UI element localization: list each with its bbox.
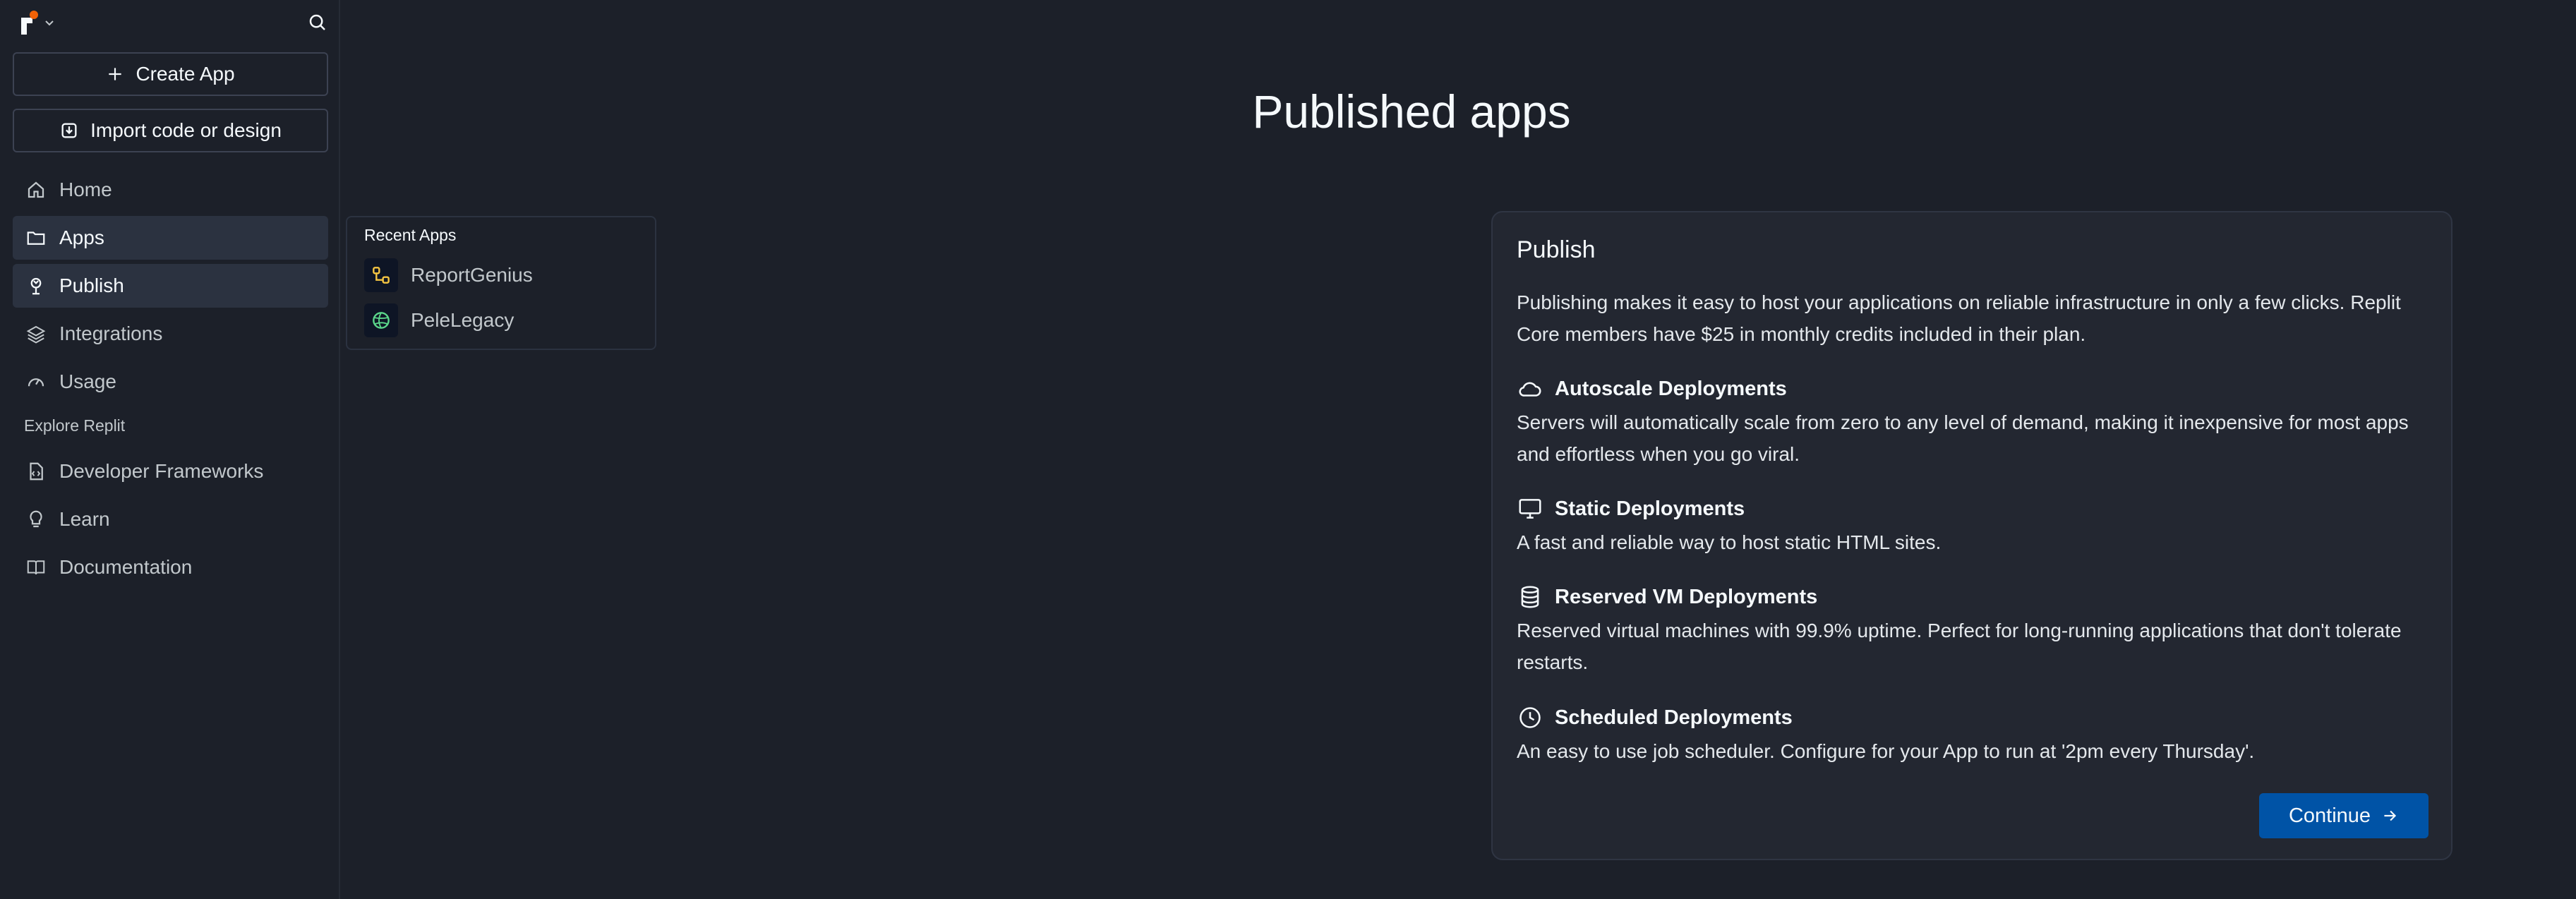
static-heading: Static Deployments bbox=[1517, 495, 1745, 522]
nav-usage-label: Usage bbox=[59, 370, 116, 392]
clock-icon bbox=[1519, 707, 1541, 728]
home-icon bbox=[28, 181, 44, 198]
folder-icon bbox=[27, 231, 45, 245]
nav-usage[interactable]: Usage bbox=[13, 360, 328, 404]
scheduled-heading: Scheduled Deployments bbox=[1517, 704, 1793, 731]
import-label: Import code or design bbox=[90, 119, 282, 141]
plus-icon bbox=[109, 68, 122, 80]
publish-intro: Publishing makes it easy to host your ap… bbox=[1517, 291, 2401, 345]
nav-apps[interactable]: Apps bbox=[13, 216, 328, 260]
sidebar-header bbox=[21, 8, 332, 37]
nav-developer-frameworks[interactable]: Developer Frameworks bbox=[13, 450, 328, 493]
continue-label: Continue bbox=[2288, 804, 2371, 827]
continue-button[interactable]: Continue bbox=[2259, 793, 2428, 838]
explore-section-label: Explore Replit bbox=[24, 416, 126, 435]
recent-app-item[interactable]: PeleLegacy bbox=[364, 302, 514, 339]
nav-developer-frameworks-label: Developer Frameworks bbox=[59, 460, 264, 482]
autoscale-title: Autoscale Deployments bbox=[1555, 377, 1787, 400]
database-icon bbox=[1521, 586, 1539, 608]
cloud-icon bbox=[1519, 382, 1541, 397]
recent-app-name: PeleLegacy bbox=[411, 309, 514, 331]
import-icon bbox=[61, 123, 77, 138]
import-button[interactable]: Import code or design bbox=[13, 109, 328, 152]
recent-app-name: ReportGenius bbox=[411, 264, 533, 286]
nav-integrations-label: Integrations bbox=[59, 322, 163, 344]
nav-learn-label: Learn bbox=[59, 508, 110, 530]
nav-publish[interactable]: Publish bbox=[13, 264, 328, 308]
nav-learn[interactable]: Learn bbox=[13, 497, 328, 541]
autoscale-heading: Autoscale Deployments bbox=[1517, 375, 1787, 402]
reserved-vm-description: Reserved virtual machines with 99.9% upt… bbox=[1517, 620, 2402, 673]
create-app-button[interactable]: Create App bbox=[13, 52, 328, 96]
search-icon bbox=[309, 14, 325, 30]
reserved-vm-title: Reserved VM Deployments bbox=[1555, 585, 1818, 608]
search-button[interactable] bbox=[303, 8, 332, 37]
sidebar: Create App Import code or design Home Ap… bbox=[0, 0, 340, 899]
recent-apps-title: Recent Apps bbox=[364, 226, 457, 244]
nav-documentation-label: Documentation bbox=[59, 556, 193, 578]
book-icon bbox=[27, 560, 45, 575]
arrow-right-icon bbox=[2384, 810, 2397, 821]
create-app-label: Create App bbox=[136, 63, 235, 85]
nav-publish-label: Publish bbox=[59, 274, 124, 296]
app-avatar bbox=[364, 303, 398, 337]
chevron-down-icon bbox=[45, 20, 54, 26]
nav-documentation[interactable]: Documentation bbox=[13, 545, 328, 589]
nav-home-label: Home bbox=[59, 179, 112, 200]
scheduled-title: Scheduled Deployments bbox=[1555, 706, 1793, 729]
scheduled-description: An easy to use job scheduler. Configure … bbox=[1517, 740, 2255, 762]
publish-icon bbox=[30, 277, 42, 295]
reserved-vm-heading: Reserved VM Deployments bbox=[1517, 584, 1817, 610]
recent-app-item[interactable]: ReportGenius bbox=[364, 257, 533, 294]
gauge-icon bbox=[28, 378, 44, 387]
replit-logo-icon bbox=[21, 11, 40, 35]
app-avatar bbox=[364, 258, 398, 292]
publish-panel: Publish Publishing makes it easy to host… bbox=[1491, 211, 2452, 860]
link-nodes-icon bbox=[373, 267, 390, 284]
publish-panel-title: Publish bbox=[1517, 236, 1596, 263]
layers-icon bbox=[26, 325, 46, 344]
nav-home[interactable]: Home bbox=[13, 168, 328, 212]
monitor-icon bbox=[1519, 499, 1541, 519]
soccer-ball-icon bbox=[373, 312, 390, 329]
file-code-icon bbox=[30, 462, 43, 481]
nav-integrations[interactable]: Integrations bbox=[13, 312, 328, 356]
autoscale-description: Servers will automatically scale from ze… bbox=[1517, 411, 2409, 465]
static-title: Static Deployments bbox=[1555, 497, 1745, 520]
static-description: A fast and reliable way to host static H… bbox=[1517, 531, 1942, 553]
page-title: Published apps bbox=[1252, 85, 1571, 138]
lightbulb-icon bbox=[30, 510, 42, 528]
recent-apps-popover: Recent Apps ReportGenius PeleLegacy bbox=[346, 216, 656, 350]
nav-apps-label: Apps bbox=[59, 227, 104, 248]
workspace-menu[interactable] bbox=[21, 11, 55, 35]
